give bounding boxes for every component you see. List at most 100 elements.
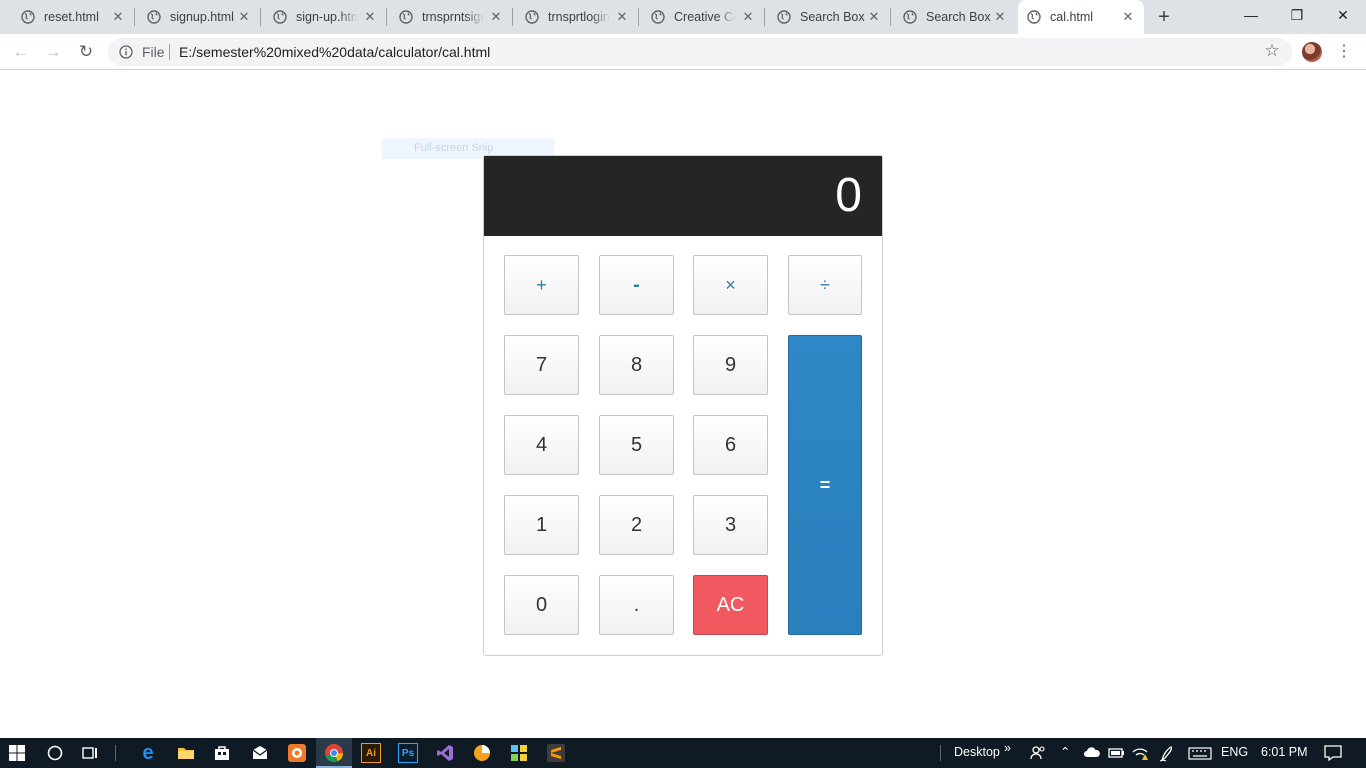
address-divider: [169, 44, 170, 60]
close-tab-icon[interactable]: ✕: [236, 9, 252, 25]
sublime-text-icon[interactable]: [546, 743, 566, 763]
plus-button[interactable]: +: [504, 255, 579, 315]
eight-button[interactable]: 8: [599, 335, 674, 395]
input-language[interactable]: ENG: [1221, 745, 1248, 759]
tab-divider: [134, 8, 135, 26]
bookmark-star-icon[interactable]: ☆: [1262, 40, 1282, 62]
windows-start-icon[interactable]: [9, 745, 25, 761]
clear-button[interactable]: AC: [693, 575, 768, 635]
chevron-icon[interactable]: »: [1004, 741, 1011, 755]
seven-button[interactable]: 7: [504, 335, 579, 395]
decimal-button[interactable]: .: [599, 575, 674, 635]
close-tab-icon[interactable]: ✕: [740, 9, 756, 25]
minimize-button[interactable]: —: [1228, 0, 1274, 32]
calculator-screen: 0: [484, 156, 882, 236]
four-button[interactable]: 4: [504, 415, 579, 475]
new-tab-button[interactable]: +: [1153, 6, 1175, 28]
calculator: 0 + - × ÷ 7 8 9 4 5 6 1 2 3 0 . AC =: [483, 155, 883, 656]
divide-button[interactable]: ÷: [788, 255, 862, 315]
tab-reset[interactable]: reset.html ✕: [12, 0, 135, 34]
taskbar-divider: [940, 745, 941, 761]
tab-cal-active[interactable]: cal.html ✕: [1018, 0, 1144, 34]
chrome-icon[interactable]: [324, 743, 344, 763]
close-tab-icon[interactable]: ✕: [110, 9, 126, 25]
nine-button[interactable]: 9: [693, 335, 768, 395]
globe-icon: [525, 10, 539, 24]
show-hidden-icons-chevron-icon[interactable]: ⌃: [1060, 744, 1070, 759]
tab-title: cal.html: [1050, 10, 1094, 24]
app-puzzle-icon[interactable]: [509, 743, 529, 763]
globe-icon: [651, 10, 665, 24]
display-value: 0: [835, 169, 862, 222]
info-icon[interactable]: [119, 45, 133, 59]
battery-icon[interactable]: [1106, 743, 1126, 763]
globe-icon: [1027, 10, 1041, 24]
action-center-icon[interactable]: [1323, 743, 1343, 763]
tab-divider: [512, 8, 513, 26]
minus-button[interactable]: -: [599, 255, 674, 315]
tab-title: sign-up.htm: [296, 10, 358, 24]
people-icon[interactable]: [1028, 743, 1048, 763]
tab-divider: [890, 8, 891, 26]
tab-divider: [386, 8, 387, 26]
tab-trnsprntsign[interactable]: trnsprntsign ✕: [390, 0, 513, 34]
visual-studio-icon[interactable]: [435, 743, 455, 763]
close-tab-icon[interactable]: ✕: [1120, 9, 1136, 25]
close-window-button[interactable]: ✕: [1320, 0, 1366, 32]
close-tab-icon[interactable]: ✕: [866, 9, 882, 25]
tab-signup[interactable]: signup.html ✕: [138, 0, 261, 34]
url-text[interactable]: E:/semester%20mixed%20data/calculator/ca…: [179, 44, 490, 60]
equals-button[interactable]: =: [788, 335, 862, 635]
address-bar[interactable]: File E:/semester%20mixed%20data/calculat…: [108, 38, 1292, 66]
globe-icon: [273, 10, 287, 24]
desktop-toolbar-label[interactable]: Desktop: [954, 745, 1000, 759]
reload-button[interactable]: ↻: [74, 40, 98, 64]
tab-trnsprtlogin[interactable]: trnsprtlogin ✕: [516, 0, 639, 34]
menu-dots-icon[interactable]: ⋮: [1334, 40, 1354, 64]
one-button[interactable]: 1: [504, 495, 579, 555]
tab-search-box-2[interactable]: Search Box ✕: [894, 0, 1016, 34]
globe-icon: [903, 10, 917, 24]
close-tab-icon[interactable]: ✕: [362, 9, 378, 25]
tab-divider: [260, 8, 261, 26]
five-button[interactable]: 5: [599, 415, 674, 475]
mail-icon[interactable]: [250, 743, 270, 763]
close-tab-icon[interactable]: ✕: [992, 9, 1008, 25]
close-tab-icon[interactable]: ✕: [488, 9, 504, 25]
tab-title: trnsprtlogin: [548, 10, 610, 24]
close-tab-icon[interactable]: ✕: [614, 9, 630, 25]
globe-icon: [777, 10, 791, 24]
touch-keyboard-icon[interactable]: [1188, 743, 1212, 763]
back-button[interactable]: ←: [9, 40, 33, 64]
profile-avatar[interactable]: [1302, 42, 1322, 62]
multiply-button[interactable]: ×: [693, 255, 768, 315]
tab-sign-up[interactable]: sign-up.htm ✕: [264, 0, 387, 34]
scheme-label: File: [142, 44, 165, 60]
edge-icon[interactable]: e: [138, 742, 158, 764]
cortana-search-icon[interactable]: [45, 743, 65, 763]
illustrator-icon[interactable]: Ai: [361, 743, 381, 763]
network-warning-icon[interactable]: [1130, 743, 1150, 763]
system-clock[interactable]: 6:01 PM: [1261, 745, 1308, 759]
globe-icon: [399, 10, 413, 24]
pen-workspace-icon[interactable]: [1157, 743, 1177, 763]
tab-search-box-1[interactable]: Search Box ✕: [768, 0, 891, 34]
page-content: Full-screen Snip 0 + - × ÷ 7 8 9 4 5 6 1…: [0, 71, 1366, 738]
three-button[interactable]: 3: [693, 495, 768, 555]
app-pie-icon[interactable]: [472, 743, 492, 763]
onedrive-icon[interactable]: [1082, 743, 1102, 763]
tab-strip: reset.html ✕ signup.html ✕ sign-up.htm ✕…: [0, 0, 1366, 34]
globe-icon: [147, 10, 161, 24]
restore-button[interactable]: ❐: [1274, 0, 1320, 32]
six-button[interactable]: 6: [693, 415, 768, 475]
tab-creative-co[interactable]: Creative Co ✕: [642, 0, 765, 34]
zero-button[interactable]: 0: [504, 575, 579, 635]
photoshop-icon[interactable]: Ps: [398, 743, 418, 763]
file-explorer-icon[interactable]: [176, 743, 196, 763]
task-view-icon[interactable]: [80, 743, 100, 763]
forward-button[interactable]: →: [41, 40, 65, 64]
tab-title: signup.html: [170, 10, 234, 24]
app-orange-icon[interactable]: [287, 743, 307, 763]
store-icon[interactable]: [212, 743, 232, 763]
two-button[interactable]: 2: [599, 495, 674, 555]
